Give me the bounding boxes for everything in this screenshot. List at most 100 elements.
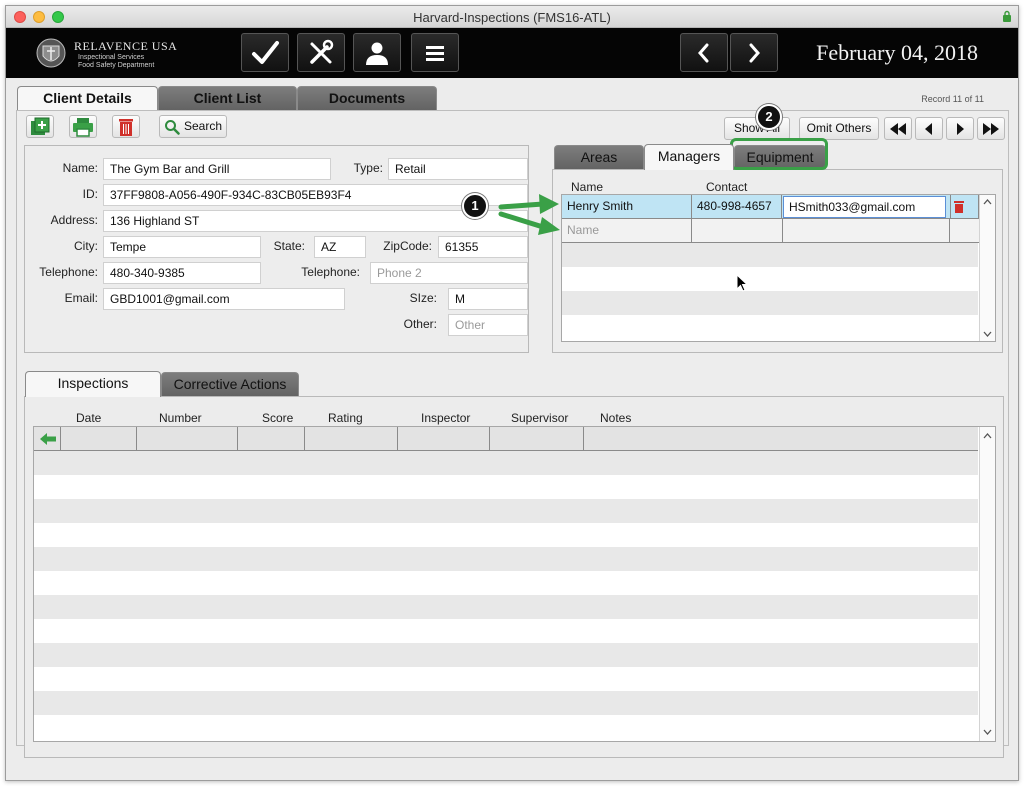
chevron-down-icon[interactable] (983, 729, 992, 735)
delete-manager-icon[interactable] (953, 200, 965, 214)
col-rating: Rating (328, 411, 363, 425)
telephone2-label: Telephone: (301, 265, 360, 279)
col-notes: Notes (600, 411, 632, 425)
print-button[interactable] (69, 115, 97, 138)
table-row[interactable]: Name (562, 219, 995, 243)
table-row[interactable] (34, 427, 978, 451)
trash-icon (119, 118, 133, 136)
new-manager-email[interactable] (783, 219, 950, 243)
person-icon (366, 42, 388, 65)
arrow-left-icon[interactable] (39, 432, 57, 446)
first-record-button[interactable] (884, 117, 912, 140)
annotation-badge-1: 1 (462, 193, 488, 219)
next-day-button[interactable] (730, 33, 778, 72)
col-date: Date (76, 411, 102, 425)
chevron-up-icon[interactable] (983, 199, 992, 205)
type-field[interactable]: Retail (388, 158, 528, 180)
tab-client-details[interactable]: Client Details (17, 86, 158, 110)
inspections-panel: Date Number Score Rating Inspector Super… (24, 396, 1004, 758)
other-field[interactable]: Other (448, 314, 528, 336)
app-window: Harvard-Inspections (FMS16-ATL) RELAVENC… (5, 5, 1019, 781)
omit-others-button[interactable]: Omit Others (799, 117, 879, 140)
record-status: Record 11 of 11 (921, 94, 984, 104)
list-item (34, 667, 978, 691)
user-button[interactable] (353, 33, 401, 72)
tab-documents[interactable]: Documents (297, 86, 437, 110)
list-item (562, 315, 978, 339)
previous-record-icon (925, 122, 932, 135)
tab-areas[interactable]: Areas (554, 145, 644, 169)
tab-managers[interactable]: Managers (644, 144, 734, 170)
manager-email[interactable]: HSmith033@gmail.com (783, 196, 946, 218)
first-record-icon (890, 122, 906, 135)
state-field[interactable]: AZ (314, 236, 366, 258)
list-item (34, 691, 978, 715)
current-date: February 04, 2018 (816, 40, 978, 65)
inspections-scrollbar[interactable] (979, 427, 995, 741)
tools-icon (310, 39, 334, 64)
managers-scrollbar[interactable] (979, 195, 995, 341)
column-divider (489, 427, 490, 451)
mouse-pointer-icon (736, 274, 748, 292)
list-item (34, 715, 978, 739)
company-logo: RELAVENCE USA Inspectional Services Food… (34, 33, 184, 75)
main-toolbar: RELAVENCE USA Inspectional Services Food… (6, 28, 1018, 78)
chevron-up-icon[interactable] (983, 433, 992, 439)
zip-label: ZipCode: (383, 239, 432, 253)
list-item (562, 291, 978, 315)
chevron-left-icon (698, 43, 709, 62)
tab-inspections[interactable]: Inspections (25, 371, 161, 397)
column-divider (950, 195, 951, 219)
state-label: State: (273, 239, 305, 253)
managers-col-name: Name (571, 180, 604, 194)
telephone-field[interactable]: 480-340-9385 (103, 262, 261, 284)
menu-icon (426, 45, 444, 61)
tab-corrective-actions[interactable]: Corrective Actions (161, 372, 299, 396)
chevron-right-icon (749, 43, 760, 62)
email-label: Email: (64, 291, 98, 305)
checkmark-icon (252, 40, 279, 64)
lock-icon (1003, 10, 1011, 22)
brand-subtitle-2: Food Safety Department (78, 62, 155, 69)
address-label: Address: (50, 213, 98, 227)
previous-record-button[interactable] (915, 117, 943, 140)
name-field[interactable]: The Gym Bar and Grill (103, 158, 331, 180)
type-label: Type: (353, 161, 383, 175)
annotation-badge-2: 2 (756, 104, 782, 130)
list-item (34, 475, 978, 499)
printer-icon (73, 117, 93, 137)
table-row[interactable]: Henry Smith 480-998-4657 HSmith033@gmail… (562, 195, 995, 219)
email-field[interactable]: GBD1001@gmail.com (103, 288, 345, 310)
previous-day-button[interactable] (680, 33, 728, 72)
col-score: Score (262, 411, 294, 425)
chevron-down-icon[interactable] (983, 331, 992, 337)
last-record-icon (983, 122, 999, 135)
last-record-button[interactable] (977, 117, 1005, 140)
list-item (34, 643, 978, 667)
size-field[interactable]: M (448, 288, 528, 310)
telephone2-field[interactable]: Phone 2 (370, 262, 528, 284)
list-item (562, 243, 978, 267)
menu-button[interactable] (411, 33, 459, 72)
list-item (34, 619, 978, 643)
new-manager-phone[interactable] (692, 219, 783, 243)
list-item (34, 499, 978, 523)
search-button[interactable]: Search (159, 115, 227, 138)
validate-button[interactable] (241, 33, 289, 72)
manager-name[interactable]: Henry Smith (562, 195, 692, 219)
next-record-icon (957, 122, 964, 135)
column-divider (304, 427, 305, 451)
list-item (34, 571, 978, 595)
new-manager-name[interactable]: Name (562, 219, 692, 243)
list-item (34, 451, 978, 475)
list-item (34, 595, 978, 619)
tools-button[interactable] (297, 33, 345, 72)
city-field[interactable]: Tempe (103, 236, 261, 258)
next-record-button[interactable] (946, 117, 974, 140)
delete-record-button[interactable] (112, 115, 140, 138)
telephone-label: Telephone: (39, 265, 98, 279)
tab-client-list[interactable]: Client List (158, 86, 297, 110)
manager-phone[interactable]: 480-998-4657 (692, 195, 782, 219)
list-item (34, 547, 978, 571)
new-record-button[interactable] (26, 115, 54, 138)
